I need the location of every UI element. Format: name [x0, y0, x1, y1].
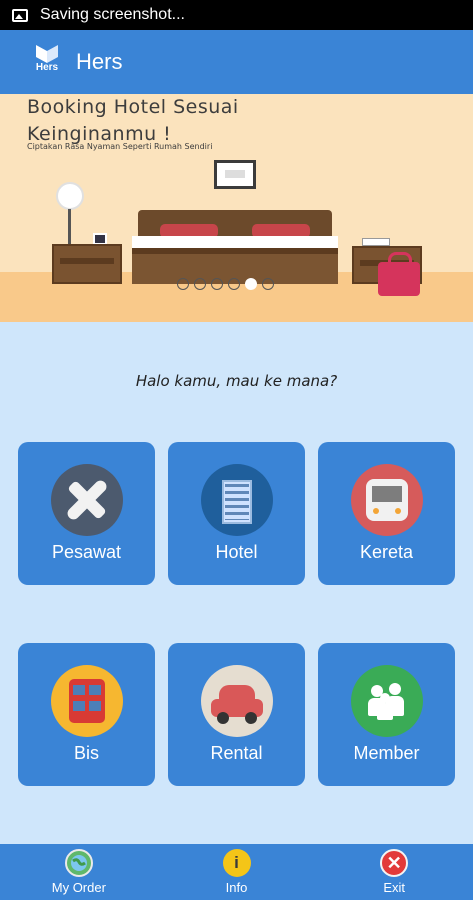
carousel-dot[interactable]	[211, 278, 223, 290]
bed-sheet	[132, 236, 338, 248]
tile-hotel[interactable]: Hotel	[168, 442, 305, 585]
carousel-dot[interactable]	[194, 278, 206, 290]
bottom-nav: My Order i Info ✕ Exit	[0, 844, 473, 900]
info-icon: i	[222, 849, 251, 877]
nightstand-left	[52, 244, 122, 284]
books-icon	[362, 238, 390, 246]
exit-x-icon: ✕	[380, 849, 409, 877]
banner-title: Booking Hotel Sesuai Keinginanmu !	[27, 94, 239, 148]
banner-subtitle: Ciptakan Rasa Nyaman Seperti Rumah Sendi…	[27, 142, 213, 151]
lamp-icon	[56, 182, 84, 210]
globe-order-icon	[64, 849, 93, 877]
hotel-building-icon	[200, 464, 273, 536]
tile-label: Pesawat	[51, 542, 122, 562]
banner-title-line1: Booking Hotel Sesuai	[27, 96, 239, 118]
promo-banner[interactable]: Booking Hotel Sesuai Keinginanmu ! Cipta…	[0, 94, 473, 322]
nav-label: Exit	[383, 880, 406, 895]
app-bar: Hers Hers	[0, 30, 473, 94]
carousel-dot-active[interactable]	[245, 278, 257, 290]
status-text: Saving screenshot...	[40, 6, 185, 23]
tile-label: Member	[353, 743, 420, 763]
tile-pesawat[interactable]: Pesawat	[18, 442, 155, 585]
car-icon	[200, 665, 273, 737]
tile-label: Bis	[73, 743, 99, 763]
carousel-dot[interactable]	[177, 278, 189, 290]
train-icon	[350, 464, 423, 536]
image-notification-icon	[12, 8, 28, 22]
tile-label: Hotel	[215, 542, 258, 562]
airplane-icon	[50, 464, 123, 536]
nav-exit[interactable]: ✕ Exit	[315, 844, 473, 900]
bus-icon	[50, 665, 123, 737]
carousel-dot[interactable]	[228, 278, 240, 290]
greeting-text: Halo kamu, mau ke mana?	[135, 372, 338, 390]
nav-my-order[interactable]: My Order	[0, 844, 158, 900]
nav-label: My Order	[51, 880, 106, 895]
tile-kereta[interactable]: Kereta	[318, 442, 455, 585]
nav-label: Info	[225, 880, 248, 895]
carousel-indicator[interactable]	[177, 278, 274, 290]
tile-bis[interactable]: Bis	[18, 643, 155, 786]
nav-info[interactable]: i Info	[158, 844, 316, 900]
tile-label: Kereta	[359, 542, 414, 562]
lamp-pole	[68, 209, 71, 245]
tile-rental[interactable]: Rental	[168, 643, 305, 786]
app-title: Hers	[76, 49, 123, 74]
tile-member[interactable]: Member	[318, 643, 455, 786]
status-bar: Saving screenshot...	[0, 0, 473, 30]
people-group-icon	[350, 665, 423, 737]
wall-frame-icon	[214, 160, 256, 189]
handbag-icon	[378, 252, 420, 296]
tile-label: Rental	[210, 743, 263, 763]
hers-logo-icon: Hers	[32, 43, 62, 81]
carousel-dot[interactable]	[262, 278, 274, 290]
